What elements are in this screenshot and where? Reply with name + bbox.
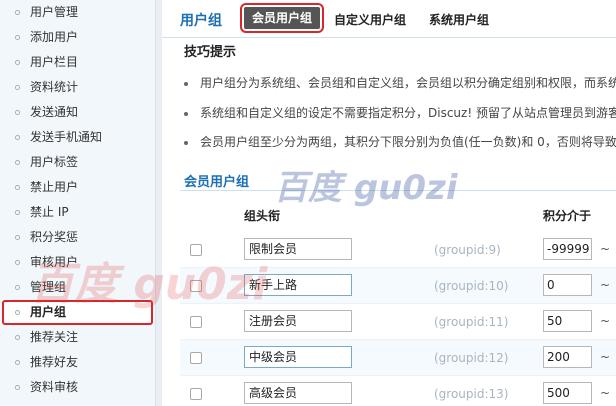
range-separator: ~: [600, 350, 611, 364]
sidebar-item[interactable]: 发送手机通知: [0, 125, 155, 150]
sidebar-item-label: 发送手机通知: [30, 130, 103, 144]
tab-member-groups[interactable]: 会员用户组: [239, 3, 325, 33]
bullet-icon: [15, 310, 20, 315]
sidebar-item-label: 发送通知: [30, 105, 79, 119]
bullet-icon: [15, 135, 20, 140]
bullet-icon: [15, 385, 20, 390]
sidebar-item-label: 用户组: [30, 305, 67, 319]
bullet-icon: [15, 10, 20, 15]
bullet-icon: [15, 235, 20, 240]
sidebar-item[interactable]: 资料统计: [0, 75, 155, 100]
row-checkbox[interactable]: [190, 316, 202, 328]
credits-min-input[interactable]: -99999: [543, 238, 592, 260]
tips-title: 技巧提示: [184, 45, 237, 60]
credits-min-input[interactable]: 50: [543, 310, 592, 332]
bullet-icon: [15, 260, 20, 265]
group-title-input[interactable]: 新手上路: [244, 274, 352, 296]
sidebar-item-label: 禁止用户: [30, 180, 79, 194]
sidebar-item-label: 用户管理: [30, 5, 79, 19]
sidebar-item[interactable]: 发送通知: [0, 100, 155, 125]
sidebar-item-label: 管理组: [30, 280, 67, 294]
sidebar: 用户管理添加用户用户栏目资料统计发送通知发送手机通知 用户标签禁止用户禁止 IP 积…: [0, 0, 156, 406]
watermark-top: 百度 gu0zi: [274, 168, 458, 208]
credits-min-input[interactable]: 500: [543, 382, 592, 404]
sidebar-item[interactable]: 禁止 IP: [0, 200, 155, 225]
table-row: 新手上路 (groupid:10) 0 ~: [180, 268, 616, 304]
sidebar-item-label: 推荐好友: [30, 355, 79, 369]
bullet-icon: [15, 35, 20, 40]
group-title-input[interactable]: 限制会员: [244, 238, 352, 260]
row-checkbox[interactable]: [190, 244, 202, 256]
row-checkbox[interactable]: [190, 280, 202, 292]
table-row: 限制会员 (groupid:9) -99999 ~: [180, 232, 616, 268]
sidebar-item[interactable]: 用户栏目: [0, 50, 155, 75]
sidebar-item-label: 用户栏目: [30, 55, 79, 69]
group-id-label: (groupid:10): [434, 279, 509, 293]
table-row: 注册会员 (groupid:11) 50 ~: [180, 304, 616, 340]
sidebar-item[interactable]: 用户组: [2, 300, 153, 325]
group-id-label: (groupid:9): [434, 243, 501, 257]
sidebar-item[interactable]: 积分奖惩: [0, 225, 155, 250]
range-separator: ~: [600, 386, 611, 400]
table-row: 中级会员 (groupid:12) 200 ~: [180, 340, 616, 376]
sidebar-item-label: 推荐关注: [30, 330, 79, 344]
sidebar-item[interactable]: 管理组: [0, 275, 155, 300]
bullet-icon: [15, 360, 20, 365]
column-header-name: 组头衔: [244, 209, 281, 223]
credits-min-input[interactable]: 200: [543, 346, 592, 368]
bullet-icon: [15, 285, 20, 290]
group-id-label: (groupid:12): [434, 351, 509, 365]
row-checkbox[interactable]: [190, 352, 202, 364]
sidebar-item-label: 审核用户: [30, 255, 79, 269]
sidebar-item[interactable]: 审核用户: [0, 250, 155, 275]
page-title: 用户组: [180, 13, 222, 29]
range-separator: ~: [600, 278, 611, 292]
sidebar-item[interactable]: 用户管理: [0, 0, 155, 25]
group-title-input[interactable]: 高级会员: [244, 382, 352, 404]
sidebar-item-label: 添加用户: [30, 30, 79, 44]
section-divider: [180, 190, 616, 191]
tab-system-groups[interactable]: 系统用户组: [429, 9, 489, 31]
main-panel: 用户组 会员用户组 自定义用户组 系统用户组 技巧提示 用户组分为系统组、会员组…: [162, 0, 616, 406]
tip-item: 系统组和自定义组的设定不需要指定积分，Discuz! 预留了从站点管理员到游客: [184, 104, 616, 121]
bullet-icon: [15, 185, 20, 190]
bullet-icon: [15, 335, 20, 340]
bullet-icon: [184, 111, 188, 116]
column-header-credits: 积分介于: [543, 209, 592, 223]
bullet-icon: [15, 160, 20, 165]
bullet-icon: [15, 210, 20, 215]
bullet-icon: [184, 81, 188, 86]
sidebar-item-label: 资料统计: [30, 80, 79, 94]
range-separator: ~: [600, 314, 611, 328]
sidebar-item[interactable]: 推荐关注: [0, 325, 155, 350]
group-title-input[interactable]: 中级会员: [244, 346, 352, 368]
sidebar-item[interactable]: 资料审核: [0, 375, 155, 400]
bullet-icon: [15, 85, 20, 90]
range-separator: ~: [600, 242, 611, 256]
bullet-icon: [15, 60, 20, 65]
sidebar-item-label: 禁止 IP: [30, 205, 69, 219]
row-checkbox[interactable]: [190, 388, 202, 400]
sidebar-item[interactable]: 禁止用户: [0, 175, 155, 200]
tip-item: 用户组分为系统组、会员组和自定义组，会员组以积分确定组别和权限，而系统: [184, 74, 616, 91]
tab-custom-groups[interactable]: 自定义用户组: [334, 9, 406, 31]
bullet-icon: [184, 140, 188, 145]
section-title: 会员用户组: [184, 175, 250, 190]
sidebar-item[interactable]: 用户标签: [0, 150, 155, 175]
sidebar-item[interactable]: 添加用户: [0, 25, 155, 50]
header-bar: 用户组 会员用户组 自定义用户组 系统用户组: [162, 0, 616, 38]
sidebar-item[interactable]: 推荐好友: [0, 350, 155, 375]
group-id-label: (groupid:11): [434, 315, 509, 329]
sidebar-item-label: 积分奖惩: [30, 230, 79, 244]
sidebar-item-label: 用户标签: [30, 155, 79, 169]
bullet-icon: [15, 110, 20, 115]
group-title-input[interactable]: 注册会员: [244, 310, 352, 332]
group-id-label: (groupid:13): [434, 387, 509, 401]
tip-item: 会员用户组至少分为两组，其积分下限分别为负值(任一负数)和 0，否则将导致: [184, 133, 616, 150]
credits-min-input[interactable]: 0: [543, 274, 592, 296]
sidebar-item-label: 资料审核: [30, 380, 79, 394]
table-row: 高级会员 (groupid:13) 500 ~: [180, 376, 616, 406]
